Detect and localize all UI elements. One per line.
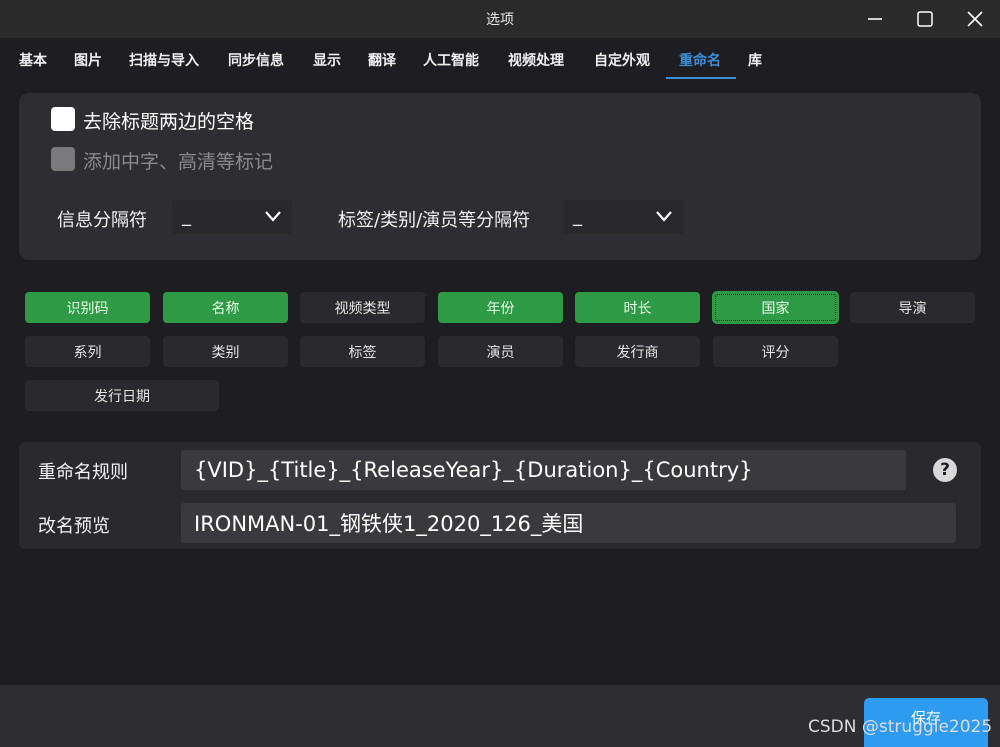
trim-spaces-checkbox[interactable] [51,107,75,131]
add-tags-checkbox[interactable] [51,147,75,171]
rename-preview-field: IRONMAN-01_钢铁侠1_2020_126_美国 [181,503,956,543]
field-tag[interactable]: 系列 [25,336,150,367]
help-icon[interactable]: ? [933,458,957,482]
field-tag[interactable]: 类别 [163,336,288,367]
field-tag[interactable]: 识别码 [25,292,150,323]
info-separator-select[interactable]: _ [172,200,292,234]
minimize-button[interactable] [852,0,898,38]
title-bar: 选项 [0,0,1000,38]
field-tag[interactable]: 发行商 [575,336,700,367]
field-tag[interactable]: 评分 [713,336,838,367]
close-icon [967,11,983,27]
close-button[interactable] [952,0,998,38]
chevron-down-icon [265,211,281,222]
tab-ai[interactable]: 人工智能 [423,50,479,70]
maximize-button[interactable] [902,0,948,38]
rename-preview-label: 改名预览 [38,516,110,537]
field-tag[interactable]: 视频类型 [300,292,425,323]
field-tag[interactable]: 名称 [163,292,288,323]
tab-sync-info[interactable]: 同步信息 [228,50,284,70]
tab-rename[interactable]: 重命名 [679,50,721,70]
tab-appearance[interactable]: 自定外观 [594,50,650,70]
list-separator-label: 标签/类别/演员等分隔符 [338,210,531,231]
footer-bar [0,685,1000,747]
field-tag[interactable]: 演员 [438,336,563,367]
info-separator-value: _ [182,206,191,227]
window-title: 选项 [486,12,514,28]
field-tag[interactable]: 国家 [713,292,838,323]
trim-spaces-label: 去除标题两边的空格 [83,111,255,133]
tab-library[interactable]: 库 [748,50,762,70]
minimize-icon [868,18,882,20]
add-tags-label: 添加中字、高清等标记 [83,151,274,173]
tab-display[interactable]: 显示 [313,50,341,70]
tab-video-processing[interactable]: 视频处理 [508,50,564,70]
field-tag[interactable]: 年份 [438,292,563,323]
list-separator-value: _ [573,206,582,227]
list-separator-select[interactable]: _ [563,200,683,234]
tab-bar: 基本 图片 扫描与导入 同步信息 显示 翻译 人工智能 视频处理 自定外观 重命… [0,38,1000,82]
chevron-down-icon [656,211,672,222]
tab-scan-import[interactable]: 扫描与导入 [129,50,199,70]
field-tag[interactable]: 导演 [850,292,975,323]
tab-images[interactable]: 图片 [74,50,102,70]
field-tag[interactable]: 时长 [575,292,700,323]
field-tag[interactable]: 发行日期 [25,380,219,411]
maximize-icon [917,11,933,27]
tab-basic[interactable]: 基本 [19,50,47,70]
rename-rule-label: 重命名规则 [38,462,128,483]
field-tag[interactable]: 标签 [300,336,425,367]
tab-translate[interactable]: 翻译 [368,50,396,70]
info-separator-label: 信息分隔符 [57,210,147,231]
rename-rule-input[interactable]: {VID}_{Title}_{ReleaseYear}_{Duration}_{… [181,450,906,490]
watermark: CSDN @struggle2025 [808,717,993,737]
active-tab-indicator [666,77,736,79]
